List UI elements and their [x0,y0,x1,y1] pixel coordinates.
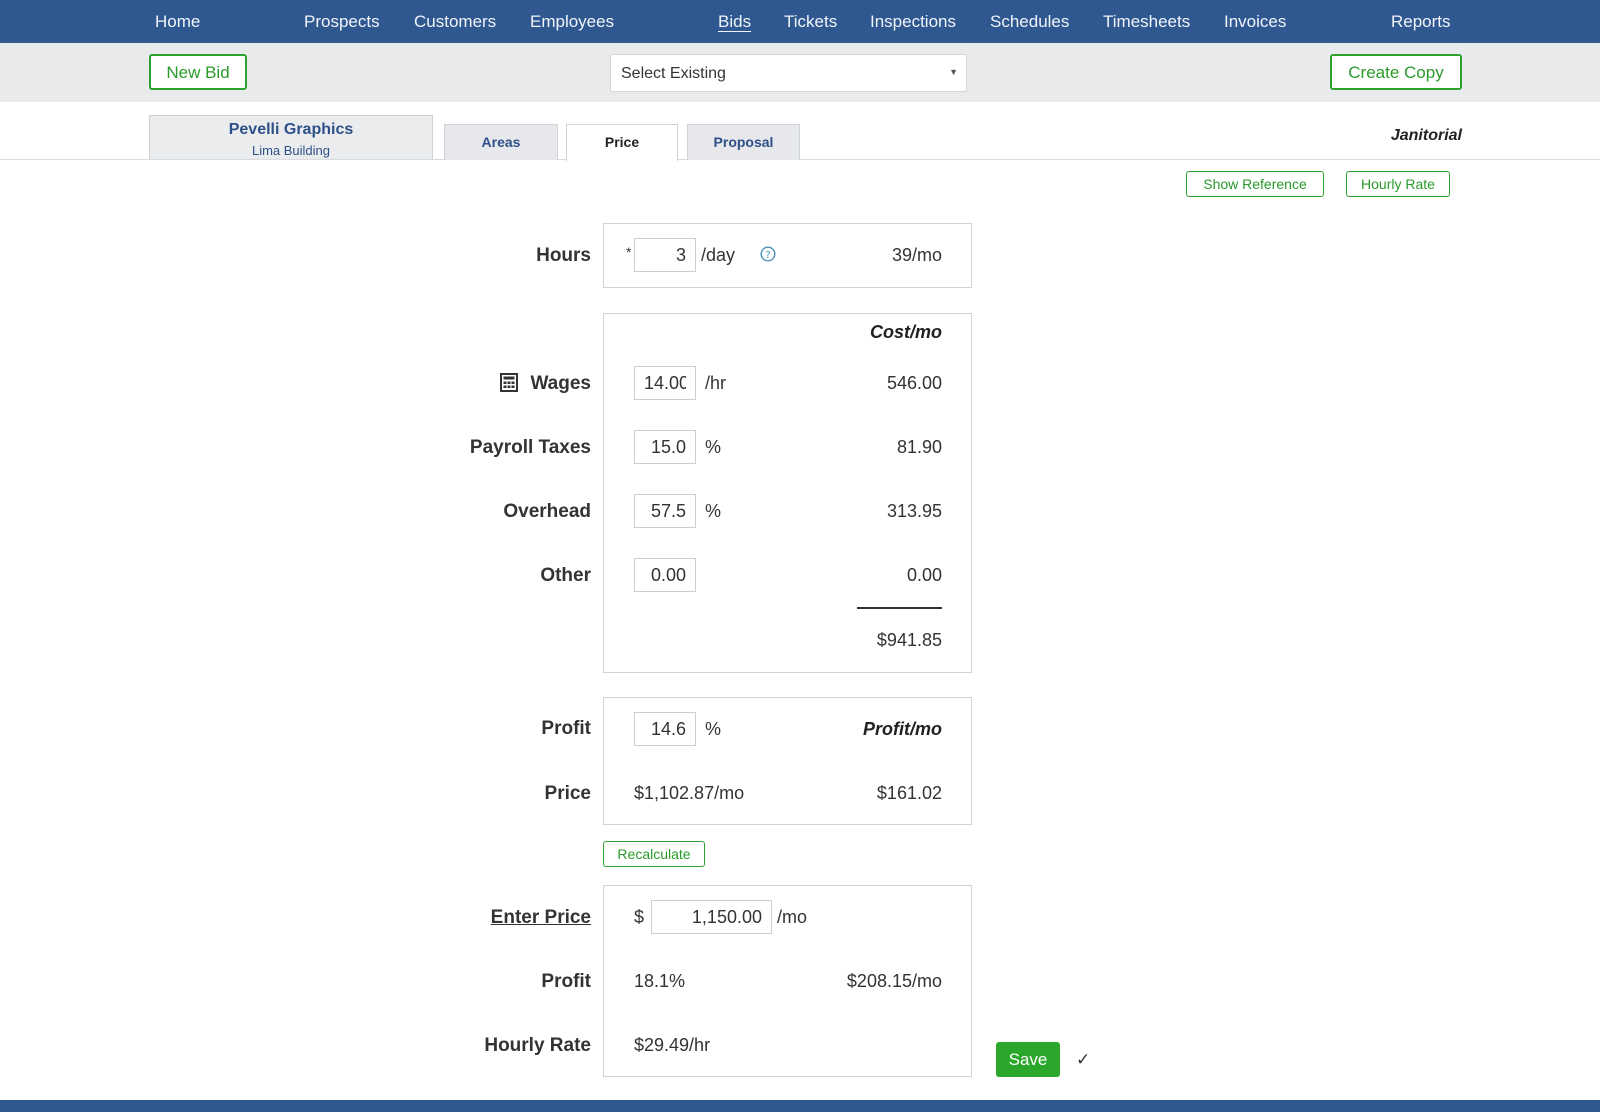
overhead-unit: % [705,501,722,521]
wages-monthly: 546.00 [886,373,942,393]
profit-per-month-header: Profit/mo [863,719,942,739]
tab-divider [0,159,1600,160]
profit-label: Profit [541,718,591,739]
footer-bar [0,1100,1600,1112]
nav-schedules[interactable]: Schedules [990,12,1069,32]
wages-input[interactable] [634,366,696,400]
overhead-monthly: 313.95 [886,501,942,521]
nav-employees[interactable]: Employees [530,12,614,32]
hourly-rate-button[interactable]: Hourly Rate [1346,171,1450,197]
other-label: Other [540,565,591,586]
calculator-icon[interactable] [500,373,518,392]
payroll-taxes-input[interactable] [634,430,696,464]
wages-label: Wages [530,373,591,394]
profit-input[interactable] [634,712,696,746]
other-input[interactable] [634,558,696,592]
service-type-label: Janitorial [1390,127,1462,144]
nav-reports[interactable]: Reports [1391,12,1451,32]
client-header: Pevelli Graphics Lima Building [149,115,433,159]
top-nav: Home Prospects Customers Employees Bids … [0,0,1600,43]
price-label: Price [544,783,591,804]
chevron-down-icon: ▼ [949,67,958,77]
help-icon[interactable]: ? [760,246,776,262]
hours-monthly: 39/mo [891,245,942,265]
save-button[interactable]: Save [996,1042,1060,1077]
nav-timesheets[interactable]: Timesheets [1103,12,1190,32]
new-bid-button[interactable]: New Bid [149,54,247,90]
nav-tickets[interactable]: Tickets [784,12,837,32]
show-reference-button[interactable]: Show Reference [1186,171,1324,197]
hours-unit: /day [701,245,736,265]
svg-text:?: ? [765,250,770,261]
client-name: Pevelli Graphics [228,121,354,138]
hours-per-day-input[interactable] [634,238,696,272]
select-existing-label: Select Existing [621,65,726,82]
entered-profit-monthly: $208.15/mo [846,971,942,991]
nav-invoices[interactable]: Invoices [1224,12,1286,32]
currency-symbol: $ [634,907,645,927]
other-monthly: 0.00 [906,565,942,585]
cost-total: $941.85 [876,630,942,650]
wages-unit: /hr [705,373,727,393]
tab-proposal[interactable]: Proposal [687,124,800,160]
required-marker: * [626,244,632,260]
entered-profit-percent: 18.1% [634,971,686,991]
payroll-taxes-unit: % [705,437,722,457]
profit-unit: % [705,719,722,739]
hourly-rate-label: Hourly Rate [484,1035,591,1056]
nav-inspections[interactable]: Inspections [870,12,956,32]
enter-price-input[interactable] [651,900,772,934]
create-copy-button[interactable]: Create Copy [1330,54,1462,90]
tab-price[interactable]: Price [566,124,678,161]
recalculate-button[interactable]: Recalculate [603,841,705,867]
enter-price-unit: /mo [777,907,808,927]
hours-label: Hours [536,245,591,266]
profit-monthly: $161.02 [876,783,942,803]
nav-customers[interactable]: Customers [414,12,496,32]
select-existing-dropdown[interactable]: Select Existing ▼ [610,54,967,92]
price-value: $1,102.87/mo [634,783,745,803]
client-site: Lima Building [251,143,331,158]
entered-profit-label: Profit [541,971,591,992]
enter-price-link[interactable]: Enter Price [491,907,591,929]
nav-prospects[interactable]: Prospects [304,12,380,32]
overhead-input[interactable] [634,494,696,528]
overhead-label: Overhead [503,501,591,522]
total-divider [857,607,942,609]
hourly-rate-value: $29.49/hr [634,1035,711,1055]
payroll-taxes-label: Payroll Taxes [469,437,591,458]
nav-bids[interactable]: Bids [718,12,751,32]
payroll-taxes-monthly: 81.90 [896,437,942,457]
cost-per-month-header: Cost/mo [870,322,942,342]
saved-check-icon: ✓ [1076,1050,1091,1069]
nav-home[interactable]: Home [155,12,200,32]
tab-areas[interactable]: Areas [444,124,558,160]
